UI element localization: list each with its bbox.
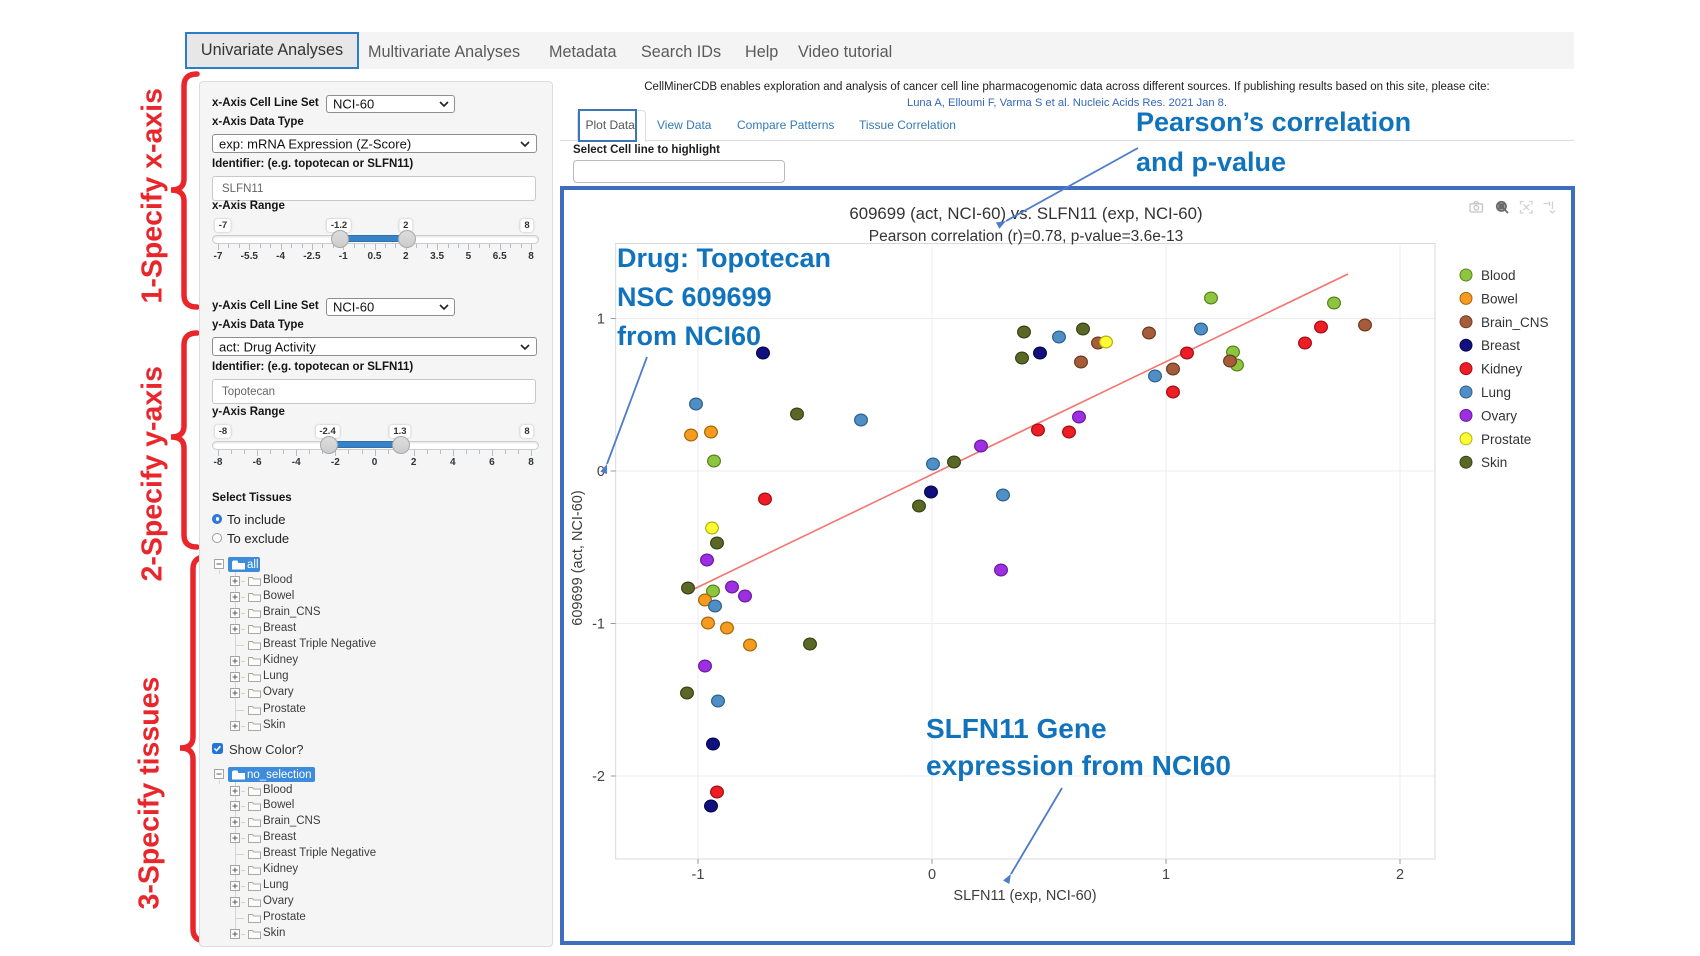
svg-text:Skin: Skin	[1481, 455, 1507, 470]
svg-text:0: 0	[928, 867, 936, 883]
svg-text:1: 1	[1162, 867, 1170, 883]
svg-text:Pearson correlation (r)=0.78,: Pearson correlation (r)=0.78, p-value=3.…	[869, 228, 1184, 245]
svg-text:0: 0	[597, 464, 605, 480]
svg-text:2: 2	[1396, 867, 1404, 883]
svg-text:Brain_CNS: Brain_CNS	[1481, 315, 1549, 330]
svg-text:Bowel: Bowel	[1481, 291, 1518, 306]
svg-text:Kidney: Kidney	[1481, 362, 1523, 377]
svg-text:609699 (act, NCI-60) vs. SLFN1: 609699 (act, NCI-60) vs. SLFN11 (exp, NC…	[849, 204, 1202, 223]
svg-text:Prostate: Prostate	[1481, 432, 1531, 447]
svg-text:609699 (act, NCI-60): 609699 (act, NCI-60)	[570, 490, 586, 625]
svg-text:1: 1	[597, 312, 605, 328]
svg-text:Breast: Breast	[1481, 338, 1520, 353]
svg-text:SLFN11 (exp, NCI-60): SLFN11 (exp, NCI-60)	[953, 888, 1096, 904]
svg-text:Ovary: Ovary	[1481, 408, 1517, 423]
svg-text:-2: -2	[592, 769, 605, 785]
svg-text:-1: -1	[592, 617, 605, 633]
svg-text:Blood: Blood	[1481, 268, 1516, 283]
svg-text:Lung: Lung	[1481, 385, 1511, 400]
svg-text:-1: -1	[692, 867, 705, 883]
